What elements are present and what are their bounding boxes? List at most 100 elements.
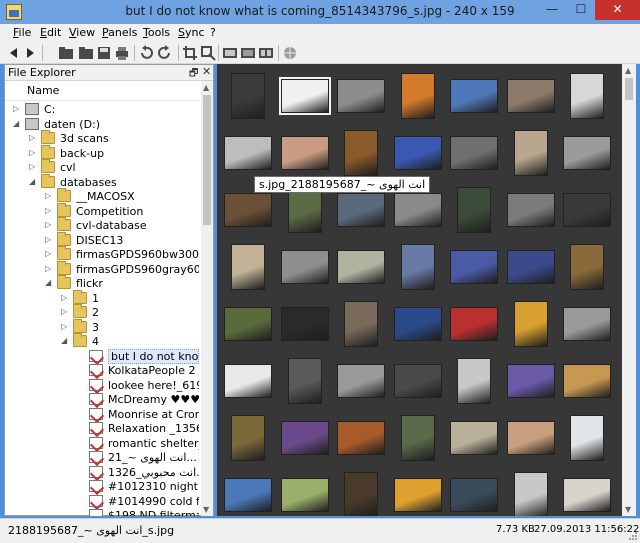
menu-panels[interactable]: Panels bbox=[102, 26, 137, 39]
thumbnail[interactable] bbox=[448, 471, 504, 516]
thumbnail[interactable] bbox=[279, 72, 335, 122]
scroll-down-icon[interactable]: ▼ bbox=[203, 505, 209, 514]
tree-scrollbar[interactable]: ▲ ▼ bbox=[201, 81, 213, 516]
close-button[interactable]: ✕ bbox=[595, 0, 640, 20]
tree-item[interactable]: romantic shelter_... bbox=[5, 436, 201, 451]
expand-arrow-icon[interactable]: ▷ bbox=[61, 323, 69, 331]
back-icon[interactable] bbox=[6, 45, 22, 61]
thumbnail[interactable] bbox=[279, 357, 335, 407]
expand-arrow-icon[interactable]: ◢ bbox=[29, 178, 37, 186]
tree-item[interactable]: but I do not know... bbox=[5, 349, 201, 364]
tree-item[interactable]: ▷ back-up bbox=[5, 145, 201, 161]
expand-arrow-icon[interactable]: ▷ bbox=[45, 207, 53, 215]
tree-item[interactable]: ▷ 2 bbox=[5, 304, 201, 320]
thumbnails-icon[interactable] bbox=[258, 45, 274, 61]
fullscreen-icon[interactable] bbox=[222, 45, 238, 61]
thumbnail[interactable] bbox=[222, 414, 278, 464]
tree-item[interactable]: #1014990 cold fusi... bbox=[5, 494, 201, 509]
menu-tools[interactable]: Tools bbox=[143, 26, 170, 39]
thumbnail[interactable] bbox=[561, 186, 617, 236]
tree-item[interactable]: ◢ daten (D:) bbox=[5, 117, 201, 132]
tree-item[interactable]: Relaxation _13563... bbox=[5, 421, 201, 436]
thumbnail[interactable] bbox=[279, 243, 335, 293]
thumbnail[interactable] bbox=[561, 471, 617, 516]
menu-view[interactable]: View bbox=[69, 26, 95, 39]
tree-item[interactable]: ▷ firmasGPDS960gray600 bbox=[5, 261, 201, 277]
thumbnail[interactable] bbox=[505, 357, 561, 407]
thumbnail[interactable] bbox=[222, 300, 278, 350]
tree-item[interactable]: #1012310 night str... bbox=[5, 479, 201, 494]
thumbnail[interactable] bbox=[335, 414, 391, 464]
thumbnail[interactable] bbox=[335, 129, 391, 179]
thumbnail[interactable] bbox=[222, 357, 278, 407]
expand-arrow-icon[interactable]: ◢ bbox=[13, 120, 21, 128]
tree-item[interactable]: ▷ C: bbox=[5, 102, 201, 117]
thumbnail[interactable] bbox=[279, 414, 335, 464]
expand-arrow-icon[interactable]: ▷ bbox=[13, 105, 21, 113]
expand-arrow-icon[interactable]: ▷ bbox=[29, 134, 37, 142]
tree-item[interactable]: $198 ND filtermad... bbox=[5, 508, 201, 516]
expand-arrow-icon[interactable]: ◢ bbox=[61, 337, 69, 345]
thumbnail[interactable] bbox=[279, 300, 335, 350]
thumbnail[interactable] bbox=[505, 72, 561, 122]
thumbnail[interactable] bbox=[448, 129, 504, 179]
expand-arrow-icon[interactable]: ▷ bbox=[45, 250, 53, 258]
thumbnail[interactable] bbox=[505, 414, 561, 464]
print-icon[interactable] bbox=[114, 45, 130, 61]
crop-icon[interactable] bbox=[182, 45, 198, 61]
tree-item[interactable]: ▷ 3d scans bbox=[5, 130, 201, 146]
thumbnail[interactable] bbox=[448, 357, 504, 407]
thumbnail[interactable] bbox=[561, 357, 617, 407]
thumbnail[interactable] bbox=[505, 471, 561, 516]
thumbnail[interactable] bbox=[279, 129, 335, 179]
thumbnail[interactable] bbox=[448, 243, 504, 293]
panel-close-icon[interactable]: ✕ bbox=[202, 65, 211, 78]
thumbnail[interactable] bbox=[335, 471, 391, 516]
thumbnail[interactable] bbox=[222, 186, 278, 236]
thumbnail[interactable] bbox=[505, 300, 561, 350]
expand-arrow-icon[interactable]: ▷ bbox=[29, 163, 37, 171]
thumbnail[interactable] bbox=[279, 471, 335, 516]
expand-arrow-icon[interactable]: ▷ bbox=[45, 265, 53, 273]
scroll-down-icon[interactable]: ▼ bbox=[625, 505, 631, 514]
thumbnail[interactable] bbox=[505, 243, 561, 293]
tree-item[interactable]: Moonrise at Cron... bbox=[5, 407, 201, 422]
thumbnail[interactable] bbox=[561, 414, 617, 464]
thumbnail[interactable] bbox=[392, 357, 448, 407]
thumbnail[interactable] bbox=[561, 129, 617, 179]
scroll-thumb[interactable] bbox=[203, 95, 211, 225]
expand-arrow-icon[interactable]: ▷ bbox=[45, 236, 53, 244]
minimize-button[interactable]: — bbox=[537, 0, 567, 20]
thumbnail[interactable] bbox=[392, 300, 448, 350]
tree-item[interactable]: ◢ databases bbox=[5, 174, 201, 190]
thumbnail[interactable] bbox=[448, 186, 504, 236]
scroll-thumb[interactable] bbox=[625, 78, 633, 100]
maximize-button[interactable]: ☐ bbox=[567, 0, 595, 20]
expand-arrow-icon[interactable]: ▷ bbox=[45, 221, 53, 229]
scroll-up-icon[interactable]: ▲ bbox=[625, 66, 631, 75]
thumbnail[interactable] bbox=[448, 72, 504, 122]
tree-item[interactable]: ▷ 1 bbox=[5, 290, 201, 306]
name-column-header[interactable]: Name bbox=[5, 81, 201, 101]
scroll-up-icon[interactable]: ▲ bbox=[203, 83, 209, 92]
open-folder-icon[interactable] bbox=[58, 45, 74, 61]
thumbnail[interactable] bbox=[448, 300, 504, 350]
tree-item[interactable]: ▷ __MACOSX bbox=[5, 188, 201, 204]
thumbnail[interactable] bbox=[335, 72, 391, 122]
tree-item[interactable]: ▷ cvl-database bbox=[5, 217, 201, 233]
thumbnail[interactable] bbox=[392, 186, 448, 236]
slideshow-icon[interactable] bbox=[240, 45, 256, 61]
thumbnail[interactable] bbox=[505, 186, 561, 236]
rotate-right-icon[interactable] bbox=[157, 45, 173, 61]
tree-item[interactable]: ▷ 3 bbox=[5, 319, 201, 335]
expand-arrow-icon[interactable]: ▷ bbox=[61, 308, 69, 316]
tree-item[interactable]: انت محبوبي_1326... bbox=[5, 465, 201, 480]
tree-item[interactable]: ◢ flickr bbox=[5, 275, 201, 291]
expand-arrow-icon[interactable]: ◢ bbox=[45, 279, 53, 287]
expand-arrow-icon[interactable]: ▷ bbox=[61, 294, 69, 302]
thumbnail[interactable] bbox=[392, 414, 448, 464]
menu-file[interactable]: File bbox=[13, 26, 31, 39]
expand-arrow-icon[interactable]: ▷ bbox=[45, 192, 53, 200]
expand-arrow-icon[interactable]: ▷ bbox=[29, 149, 37, 157]
forward-icon[interactable] bbox=[22, 45, 38, 61]
